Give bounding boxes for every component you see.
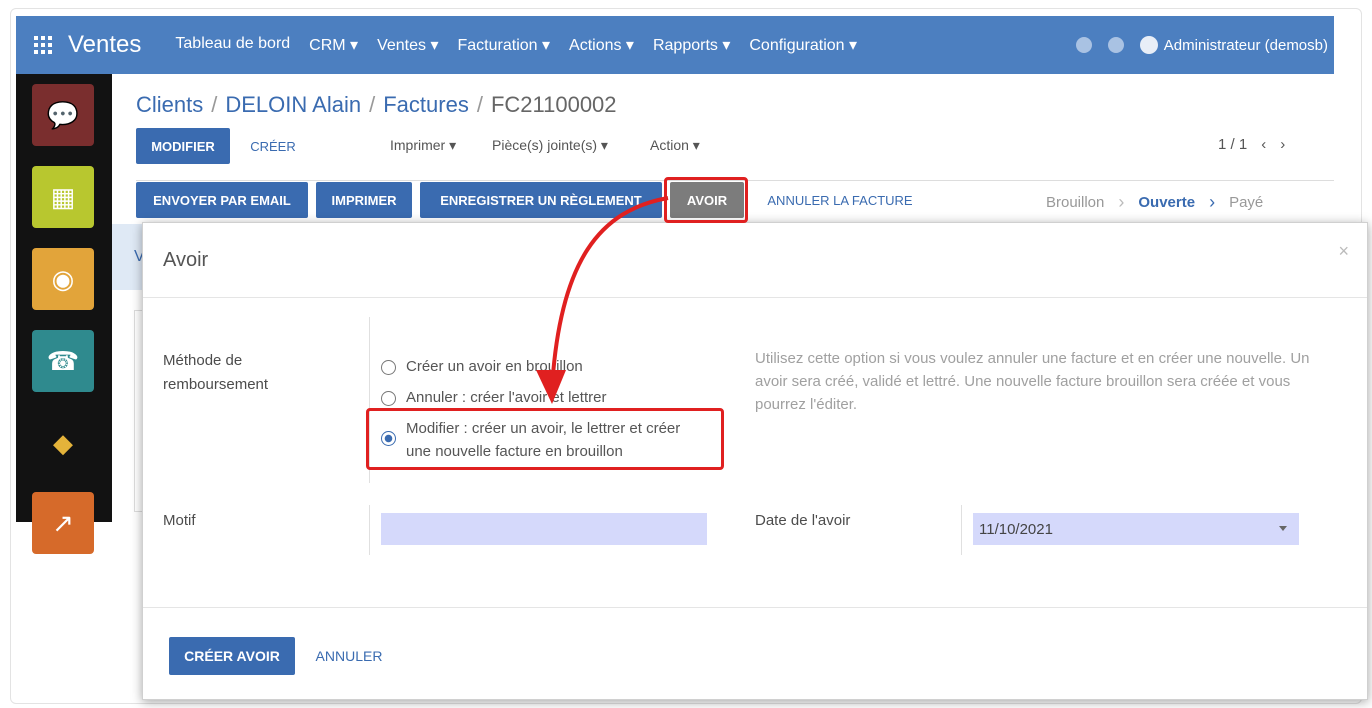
annotation-arrow-icon: [536, 196, 669, 404]
